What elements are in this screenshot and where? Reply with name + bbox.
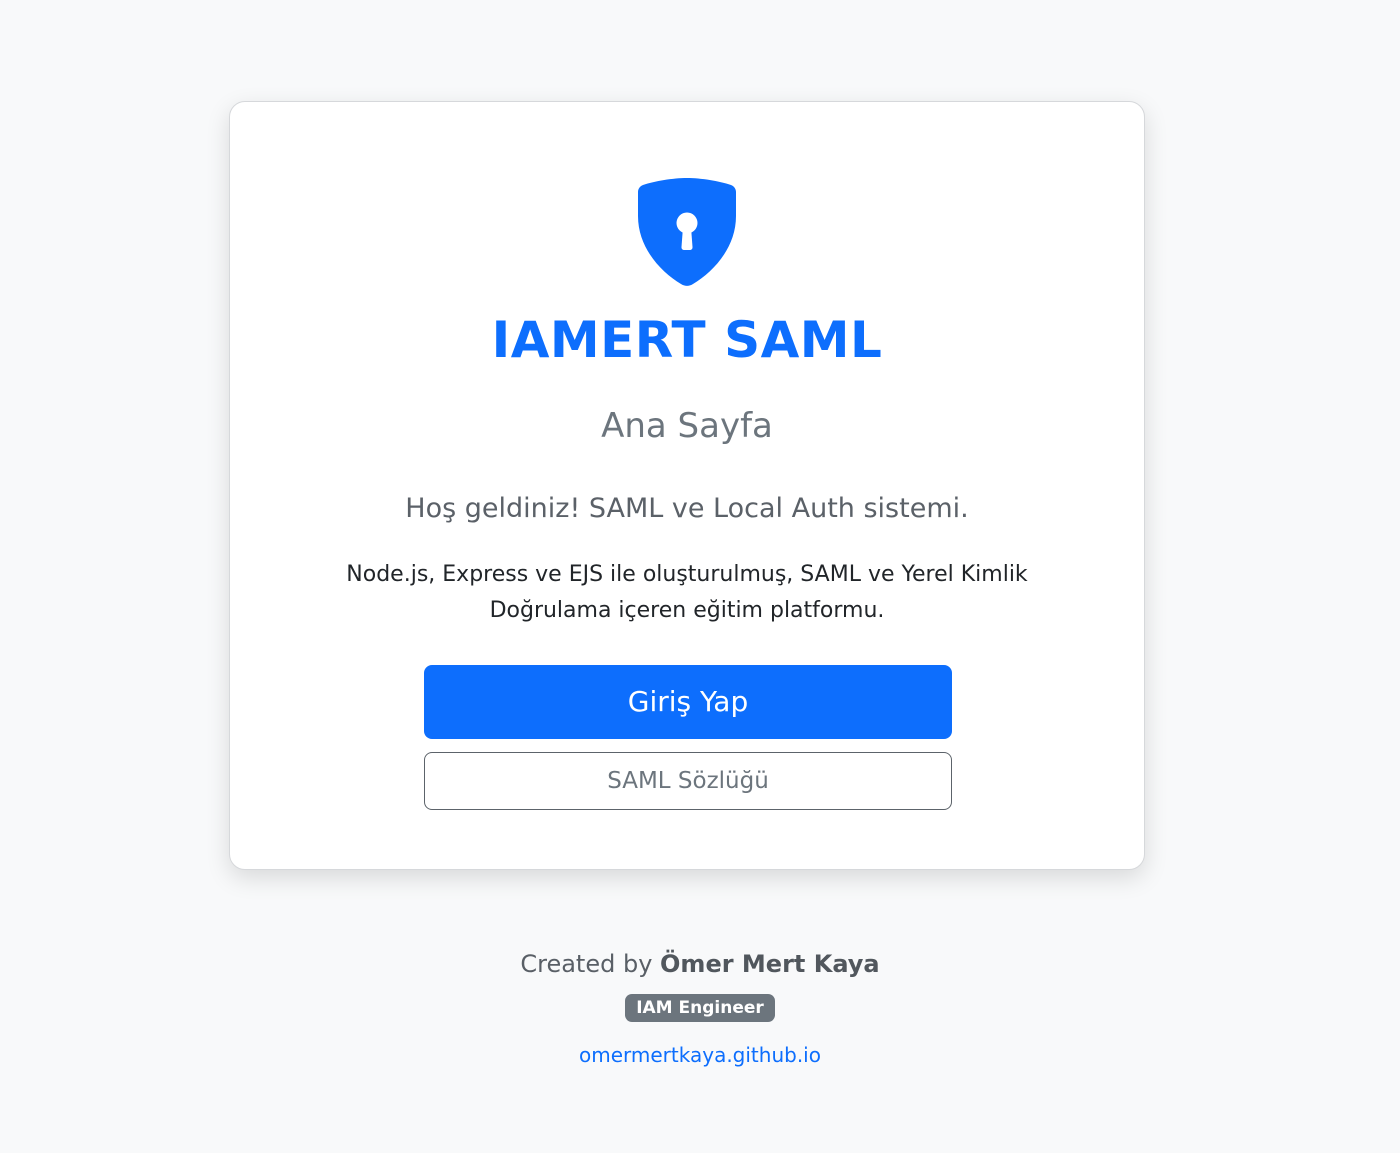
created-by-label: Created by [520, 950, 653, 978]
author-website-link[interactable]: omermertkaya.github.io [579, 1040, 821, 1070]
role-badge: IAM Engineer [625, 994, 775, 1022]
page-subtitle: Ana Sayfa [601, 406, 773, 446]
shield-lock-icon [638, 178, 736, 286]
saml-glossary-button[interactable]: SAML Sözlüğü [424, 752, 952, 810]
footer: Created by Ömer Mert Kaya IAM Engineer o… [0, 944, 1400, 1070]
login-button[interactable]: Giriş Yap [424, 665, 952, 739]
platform-description: Node.js, Express ve EJS ile oluşturulmuş… [346, 562, 1028, 623]
brand-title: IAMERT SAML [491, 311, 883, 369]
welcome-text: Hoş geldiniz! SAML ve Local Auth sistemi… [405, 493, 969, 524]
page: IAMERT SAML Ana Sayfa Hoş geldiniz! SAML… [0, 0, 1400, 1153]
home-card: IAMERT SAML Ana Sayfa Hoş geldiniz! SAML… [229, 101, 1145, 870]
created-by: Created by Ömer Mert Kaya [0, 944, 1400, 984]
author-name: Ömer Mert Kaya [660, 950, 880, 978]
brand-logo [230, 176, 1144, 288]
